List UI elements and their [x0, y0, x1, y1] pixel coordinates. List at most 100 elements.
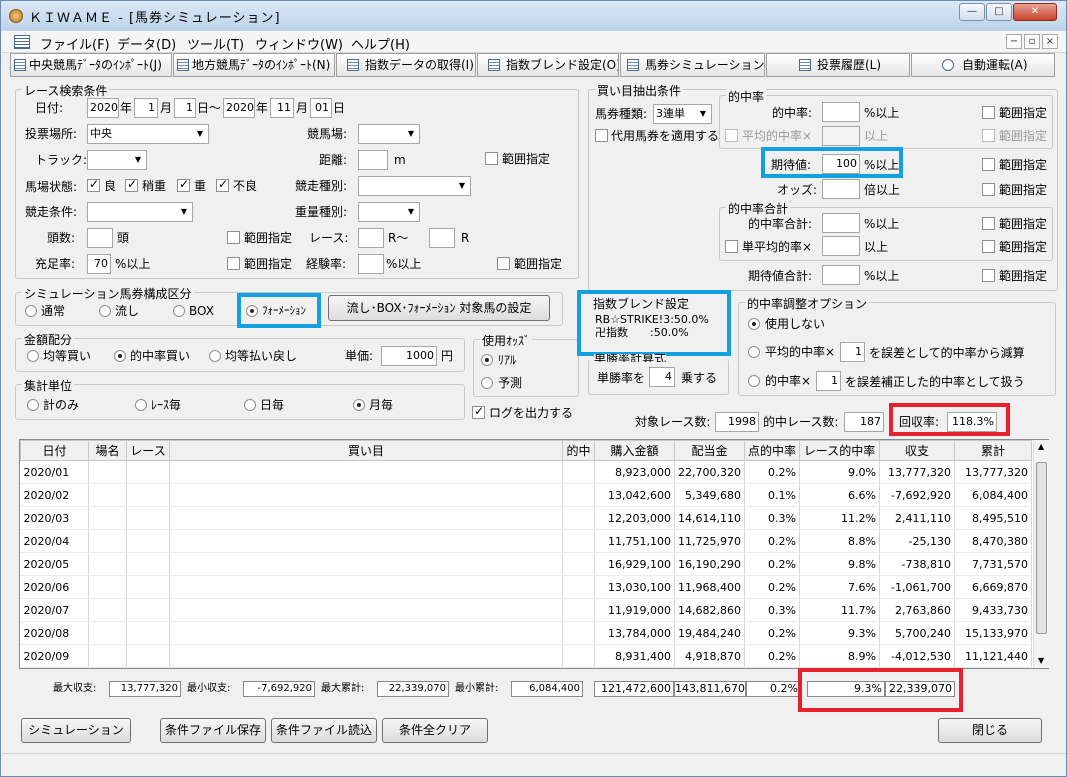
import-local-button[interactable]: 地方競馬ﾃﾞｰﾀのｲﾝﾎﾟｰﾄ(N) [173, 53, 335, 77]
menu-data[interactable]: データ(D) [117, 34, 176, 53]
menu-window[interactable]: ウィンドウ(W) [255, 34, 343, 53]
ev-sum-range-checkbox[interactable] [982, 269, 995, 282]
scroll-down-icon[interactable]: ▼ [1038, 656, 1044, 665]
results-table[interactable]: 日付 場名 レース 買い目 的中 購入金額 配当金 点的中率 レース的中率 収支 累計 2020/0… [19, 439, 1049, 669]
import-central-button[interactable]: 中央競馬ﾃﾞｰﾀのｲﾝﾎﾟｰﾄ(J) [10, 53, 172, 77]
heads-input[interactable] [87, 228, 113, 248]
cond-bad-checkbox[interactable] [216, 177, 229, 192]
money-equal-radio[interactable] [27, 350, 39, 362]
column-header[interactable]: レース [126, 440, 170, 461]
table-scrollbar[interactable]: ▲ ▼ [1033, 440, 1049, 668]
table-row[interactable]: 2020/06 13,030,100 11,968,400 0.2% 7.6% -1,06… [20, 575, 1032, 599]
hit-sum-input[interactable] [822, 213, 860, 233]
race-to-input[interactable] [429, 228, 455, 248]
ticket-simulation-button[interactable]: 馬券シミュレーション(B) [620, 53, 765, 77]
date-from-month[interactable]: 1 [134, 98, 158, 118]
column-header[interactable]: 収支 [879, 440, 955, 461]
output-log-checkbox[interactable] [472, 404, 485, 419]
ev-sum-input[interactable] [822, 265, 860, 285]
odds-forecast-radio[interactable] [481, 377, 493, 389]
load-conditions-button[interactable]: 条件ファイル読込 [271, 718, 377, 743]
column-header[interactable]: 買い目 [169, 440, 563, 461]
mdi-restore-button[interactable]: ▫ [1024, 34, 1040, 49]
cond-heavy-checkbox[interactable] [177, 177, 190, 192]
avg-hit-rate-input[interactable] [822, 126, 860, 146]
race-from-input[interactable] [358, 228, 384, 248]
menu-help[interactable]: ヘルプ(H) [351, 34, 410, 53]
adjust-avg-radio[interactable] [748, 346, 760, 358]
sim-nagashi-radio[interactable] [99, 305, 111, 317]
proxy-ticket-checkbox[interactable] [595, 129, 608, 142]
track-select[interactable]: ▼ [87, 150, 147, 170]
column-header[interactable]: 配当金 [674, 440, 745, 461]
agg-day-radio[interactable] [244, 399, 256, 411]
save-conditions-button[interactable]: 条件ファイル保存 [160, 718, 266, 743]
cond-slightly-heavy-checkbox[interactable] [125, 177, 138, 192]
date-to-month[interactable]: 11 [270, 98, 294, 118]
table-row[interactable]: 2020/07 11,919,000 14,682,860 0.3% 11.7% 2,76… [20, 598, 1032, 622]
blend-settings-button[interactable]: 指数ブレンド設定(O) [477, 53, 619, 77]
course-select[interactable]: ▼ [358, 124, 420, 144]
close-button[interactable]: 閉じる [938, 718, 1042, 743]
table-row[interactable]: 2020/03 12,203,000 14,614,110 0.3% 11.2% 2,41… [20, 506, 1032, 530]
maximize-button[interactable]: □ [986, 3, 1012, 21]
single-win-power-input[interactable]: 4 [649, 367, 675, 387]
column-header[interactable]: 場名 [88, 440, 127, 461]
sim-box-radio[interactable] [173, 305, 185, 317]
close-window-button[interactable]: ✕ [1013, 3, 1057, 21]
column-header[interactable]: 的中 [562, 440, 595, 461]
money-hitrate-radio[interactable] [114, 350, 126, 362]
ticket-type-select[interactable]: 3連単 ▼ [653, 104, 712, 124]
adjust-rate-radio[interactable] [748, 375, 760, 387]
adjust-none-radio[interactable] [748, 318, 760, 330]
table-row[interactable]: 2020/08 13,784,000 19,484,240 0.2% 9.3% 5,700… [20, 621, 1032, 645]
odds-filter-input[interactable] [822, 179, 860, 199]
experience-input[interactable] [358, 254, 384, 274]
mdi-close-button[interactable]: × [1042, 34, 1058, 49]
table-row[interactable]: 2020/01 8,923,000 22,700,320 0.2% 9.0% 13,777… [20, 460, 1032, 484]
hit-rate-input[interactable] [822, 102, 860, 122]
column-header[interactable]: 点的中率 [744, 440, 800, 461]
hit-sum-range-checkbox[interactable] [982, 217, 995, 230]
sim-normal-radio[interactable] [25, 305, 37, 317]
race-kind-select[interactable]: ▼ [358, 176, 471, 196]
table-row[interactable]: 2020/09 8,931,400 4,918,870 0.2% 8.9% -4,012,… [20, 644, 1032, 668]
scroll-up-icon[interactable]: ▲ [1038, 442, 1044, 451]
ev-range-checkbox[interactable] [982, 158, 995, 171]
weight-kind-select[interactable]: ▼ [358, 202, 420, 222]
heads-range-checkbox[interactable] [227, 231, 240, 244]
fetch-index-button[interactable]: 指数データの取得(I) [336, 53, 476, 77]
adjust-rate-input[interactable]: 1 [816, 371, 841, 391]
clear-conditions-button[interactable]: 条件全クリア [382, 718, 488, 743]
date-to-day[interactable]: 01 [310, 98, 332, 118]
single-avg-range-checkbox[interactable] [982, 240, 995, 253]
fill-rate-input[interactable]: 70 [87, 254, 111, 274]
single-avg-checkbox[interactable] [725, 240, 738, 253]
experience-range-checkbox[interactable] [497, 257, 510, 270]
race-condition-select[interactable]: ▼ [87, 202, 193, 222]
adjust-avg-input[interactable]: 1 [840, 342, 865, 362]
column-header[interactable]: レース的中率 [799, 440, 880, 461]
date-from-day[interactable]: 1 [174, 98, 196, 118]
column-header[interactable]: 購入金額 [594, 440, 675, 461]
single-avg-input[interactable] [822, 236, 860, 256]
odds-real-radio[interactable] [481, 354, 493, 366]
date-to-year[interactable]: 2020 [223, 98, 255, 118]
odds-range-checkbox[interactable] [982, 183, 995, 196]
table-row[interactable]: 2020/05 16,929,100 16,190,290 0.2% 9.8% -738,… [20, 552, 1032, 576]
venue-select[interactable]: 中央 ▼ [87, 124, 209, 144]
auto-run-button[interactable]: 自動運転(A) [911, 53, 1055, 77]
vote-history-button[interactable]: 投票履歴(L) [766, 53, 910, 77]
column-header[interactable]: 累計 [954, 440, 1032, 461]
avg-hit-range-checkbox[interactable] [982, 129, 995, 142]
menu-file[interactable]: ファイル(F) [40, 34, 110, 53]
unit-price-input[interactable]: 1000 [381, 346, 437, 366]
agg-month-radio[interactable] [353, 399, 365, 411]
cond-good-checkbox[interactable] [87, 177, 100, 192]
simulate-button[interactable]: シミュレーション [21, 718, 131, 743]
agg-race-radio[interactable] [135, 399, 147, 411]
mdi-minimize-button[interactable]: − [1006, 34, 1022, 49]
table-row[interactable]: 2020/04 11,751,100 11,725,970 0.2% 8.8% -25,1… [20, 529, 1032, 553]
date-from-year[interactable]: 2020 [87, 98, 119, 118]
hit-rate-range-checkbox[interactable] [982, 106, 995, 119]
